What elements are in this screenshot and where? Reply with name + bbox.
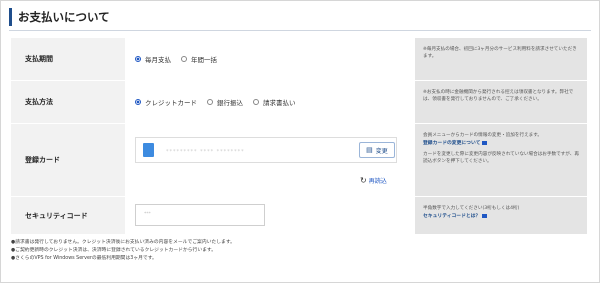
registered-card-box: ********* **** ******** ▤ 変更 xyxy=(135,137,397,163)
credit-card-icon xyxy=(143,143,154,157)
chat-icon xyxy=(482,213,488,218)
footer-note: ●さくらのVPS for Windows Serverの最低利用期間は3ヶ月です… xyxy=(11,256,157,261)
radio-dot-selected[interactable] xyxy=(135,99,141,105)
edit-icon: ▤ xyxy=(366,146,373,154)
radio-dot-selected[interactable] xyxy=(135,56,141,62)
footer-note: ●請求書は発行しておりません。クレジット決済後にお支払い済みの内容をメールでご案… xyxy=(11,240,235,245)
card-change-help-link-text: 登録カードの変更について xyxy=(423,141,481,146)
radio-monthly[interactable]: 毎月支払 xyxy=(135,54,171,64)
payment-method-note-text: ※お支払の時に金融機関から発行される控えは領収書となります。弊社では、領収書を発… xyxy=(423,90,574,102)
radio-invoice-label: 請求書払い xyxy=(263,99,296,107)
security-code-note: 半角数字で入力してください(3桁もしくは4桁) セキュリティコードとは？ xyxy=(415,197,587,234)
payment-form: 支払期間 毎月支払 年間一括 ※毎月支払の場合、初回に3ヶ月分のサービス利用料を… xyxy=(11,38,587,234)
change-card-button-label: 変更 xyxy=(375,147,388,155)
radio-credit-card[interactable]: クレジットカード xyxy=(135,97,197,107)
card-number: ********* **** ******** xyxy=(166,149,245,155)
reload-link[interactable]: ↻ 再読込 xyxy=(360,176,387,185)
security-code-help-link-text: セキュリティコードとは？ xyxy=(423,214,481,219)
reload-icon: ↻ xyxy=(360,176,367,185)
registered-card-note: 会員メニューからカードの情報の変更・追加を行えます。 登録カードの変更について … xyxy=(415,124,587,196)
radio-monthly-label: 毎月支払 xyxy=(145,56,171,64)
registered-card-label: 登録カード xyxy=(25,156,60,164)
reload-label: 再読込 xyxy=(368,178,387,185)
radio-dot[interactable] xyxy=(207,99,213,105)
registered-card-note-line2: カードを変更した際に変更内容が反映されていない場合はお手数ですが、再読込ボタンを… xyxy=(423,152,579,164)
security-code-label: セキュリティコード xyxy=(25,211,88,220)
footer-notes: ●請求書は発行しておりません。クレジット決済後にお支払い済みの内容をメールでご案… xyxy=(11,239,235,263)
card-change-help-link[interactable]: 登録カードの変更について xyxy=(423,140,488,147)
radio-bank-transfer-label: 銀行振込 xyxy=(217,99,243,107)
payment-method-options: クレジットカード 銀行振込 請求書払い xyxy=(125,81,415,123)
footer-note: ●ご契約更新時のクレジット決済は、決済時に登録されているクレジットカードから行い… xyxy=(11,248,217,253)
radio-dot[interactable] xyxy=(181,56,187,62)
row-registered-card: 登録カード ********* **** ******** ▤ 変更 ↻ 再読込 xyxy=(11,124,587,197)
chat-icon xyxy=(482,140,488,145)
payment-period-options: 毎月支払 年間一括 xyxy=(125,38,415,80)
payment-period-note-text: ※毎月支払の場合、初回に3ヶ月分のサービス利用料を請求させていただきます。 xyxy=(423,47,577,59)
radio-yearly[interactable]: 年間一括 xyxy=(181,54,217,64)
security-code-area: *** xyxy=(125,197,415,234)
payment-period-note: ※毎月支払の場合、初回に3ヶ月分のサービス利用料を請求させていただきます。 xyxy=(415,38,587,80)
security-code-input[interactable]: *** xyxy=(135,204,265,226)
payment-method-label: 支払方法 xyxy=(25,98,53,106)
radio-credit-card-label: クレジットカード xyxy=(145,99,197,107)
payment-section: お支払いについて 支払期間 毎月支払 年間一括 ※毎月支払の場合、初回に3ヶ月分… xyxy=(0,0,600,283)
page-title: お支払いについて xyxy=(9,8,110,26)
payment-method-note: ※お支払の時に金融機関から発行される控えは領収書となります。弊社では、領収書を発… xyxy=(415,81,587,123)
change-card-button[interactable]: ▤ 変更 xyxy=(359,142,395,158)
payment-period-label: 支払期間 xyxy=(25,55,53,63)
security-code-note-line1: 半角数字で入力してください(3桁もしくは4桁) xyxy=(423,206,520,211)
radio-bank-transfer[interactable]: 銀行振込 xyxy=(207,97,243,107)
registered-card-area: ********* **** ******** ▤ 変更 ↻ 再読込 xyxy=(125,124,415,196)
row-payment-method: 支払方法 クレジットカード 銀行振込 請求書払い ※お支払の時に金融機関から発行… xyxy=(11,81,587,124)
radio-dot[interactable] xyxy=(253,99,259,105)
row-security-code: セキュリティコード *** 半角数字で入力してください(3桁もしくは4桁) セキ… xyxy=(11,197,587,234)
security-code-help-link[interactable]: セキュリティコードとは？ xyxy=(423,213,488,220)
title-divider xyxy=(9,30,591,31)
registered-card-note-line1: 会員メニューからカードの情報の変更・追加を行えます。 xyxy=(423,133,542,138)
radio-yearly-label: 年間一括 xyxy=(191,56,217,64)
radio-invoice[interactable]: 請求書払い xyxy=(253,97,296,107)
security-code-value: *** xyxy=(144,212,151,217)
row-payment-period: 支払期間 毎月支払 年間一括 ※毎月支払の場合、初回に3ヶ月分のサービス利用料を… xyxy=(11,38,587,81)
